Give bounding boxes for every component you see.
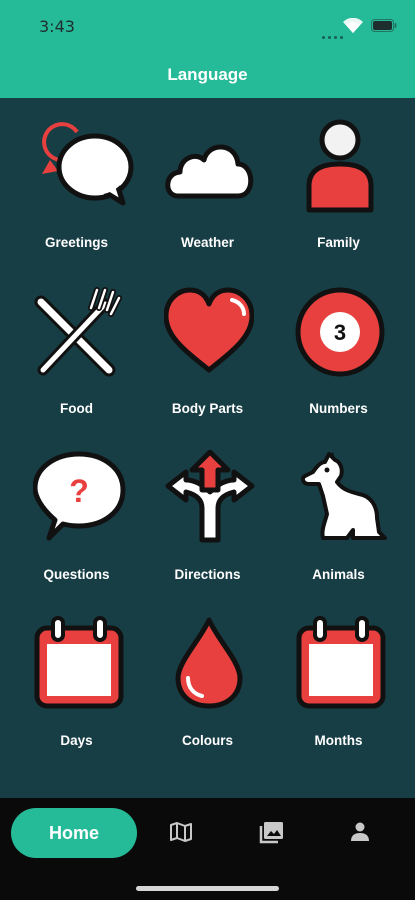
question-mark: ?: [69, 473, 89, 509]
category-family[interactable]: Family: [273, 98, 404, 264]
category-questions[interactable]: ? Questions: [11, 430, 142, 596]
category-label: Greetings: [44, 235, 109, 250]
category-numbers[interactable]: 3 Numbers: [273, 264, 404, 430]
drop-icon: [175, 617, 243, 709]
category-label: Body Parts: [171, 401, 244, 416]
calendar-icon: [296, 616, 386, 709]
profile-icon[interactable]: [350, 822, 370, 842]
category-directions[interactable]: Directions: [142, 430, 273, 596]
category-label: Days: [60, 733, 93, 748]
directions-arrows-icon: [165, 450, 255, 543]
heart-icon: [164, 287, 254, 373]
category-animals[interactable]: Animals: [273, 430, 404, 596]
page-title: Language: [167, 65, 248, 84]
partial-icon: [164, 782, 256, 798]
fork-knife-icon: [34, 287, 122, 377]
speech-bubble-icon: [42, 122, 134, 206]
partial-icon: [33, 782, 125, 798]
category-days[interactable]: Days: [11, 596, 142, 762]
category-label: Weather: [180, 235, 235, 250]
category-food[interactable]: Food: [11, 264, 142, 430]
category-label: Questions: [43, 567, 110, 582]
category-greetings[interactable]: Greetings: [11, 98, 142, 264]
category-label: Months: [314, 733, 363, 748]
dog-icon: [300, 452, 387, 540]
header: Language: [0, 50, 415, 98]
category-grid: Greetings Weather Family Food Body Parts…: [0, 98, 415, 798]
category-partial-left[interactable]: [11, 762, 142, 798]
category-label: Colours: [181, 733, 233, 748]
category-partial-middle[interactable]: [142, 762, 273, 798]
category-partial-right[interactable]: [273, 762, 404, 798]
category-body-parts[interactable]: Body Parts: [142, 264, 273, 430]
category-label: Family: [317, 235, 360, 250]
gallery-icon[interactable]: [259, 822, 283, 844]
battery-icon: [371, 19, 397, 32]
number-ball-icon: 3: [295, 287, 385, 377]
category-label: Numbers: [309, 401, 368, 416]
category-weather[interactable]: Weather: [142, 98, 273, 264]
cloud-icon: [165, 144, 254, 199]
status-time: 3:43: [39, 17, 75, 36]
partial-icon: [295, 782, 387, 798]
calendar-icon: [34, 616, 124, 709]
number-ball-label: 3: [334, 320, 346, 345]
question-bubble-icon: ?: [33, 451, 126, 541]
wifi-icon: [343, 18, 363, 33]
map-icon[interactable]: [170, 822, 192, 842]
category-label: Food: [60, 401, 93, 416]
tab-bar: Home: [0, 798, 415, 900]
category-label: Animals: [312, 567, 365, 582]
category-colours[interactable]: Colours: [142, 596, 273, 762]
status-bar: 3:43: [0, 0, 415, 50]
category-months[interactable]: Months: [273, 596, 404, 762]
home-indicator: [136, 886, 279, 891]
tab-home[interactable]: Home: [11, 808, 137, 858]
category-label: Directions: [174, 567, 241, 582]
person-icon: [306, 119, 374, 213]
